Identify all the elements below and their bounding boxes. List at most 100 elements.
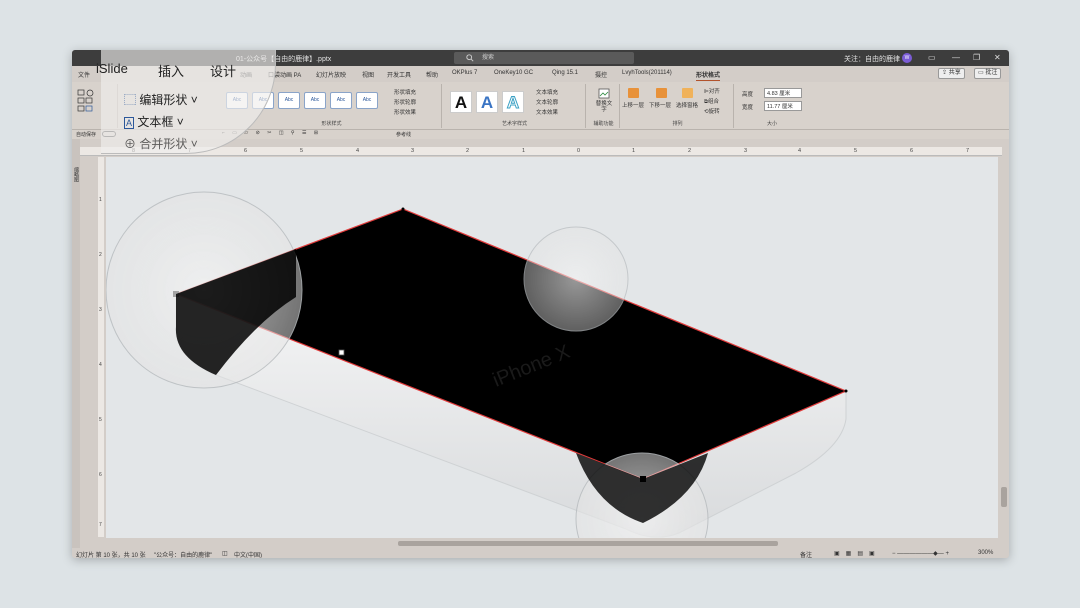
shape-styles-label: 形状样式	[321, 121, 342, 127]
tab-shekong[interactable]: 摄控	[595, 70, 607, 79]
tab-pocket-animation[interactable]: 口袋动画 PA	[268, 70, 301, 79]
shape-fill-button[interactable]: 形状填充	[394, 88, 416, 96]
shape-outline-button[interactable]: 形状轮廓	[394, 98, 416, 106]
ruler-mark: 3	[744, 148, 748, 154]
tab-file[interactable]: 文件	[78, 70, 90, 79]
text-fill-button[interactable]: 文本填充	[536, 88, 558, 96]
height-label: 高度	[742, 92, 754, 98]
wordart-style-black[interactable]: A	[450, 91, 472, 113]
tab-okplus[interactable]: OKPlus 7	[452, 70, 477, 76]
ribbon-tabs: 文件 动画 口袋动画 PA 幻灯片放映 视图 开发工具 帮助 OKPlus 7 …	[72, 66, 1009, 82]
reference-line-button[interactable]: 参考线	[396, 131, 411, 138]
rotate-button[interactable]: ⟲旋转	[704, 107, 720, 115]
horizontal-scrollbar[interactable]	[106, 538, 998, 548]
text-outline-button[interactable]: 文本轮廓	[536, 98, 558, 106]
send-backward-icon[interactable]	[656, 88, 667, 98]
phone-illustration: iPhone X	[106, 191, 848, 538]
vertex-point[interactable]	[844, 389, 848, 393]
search-box[interactable]: 搜索	[454, 52, 634, 64]
autosave-label: 自动保存	[76, 132, 97, 138]
group-button[interactable]: ⧉组合	[704, 97, 719, 106]
align-button[interactable]: ⊫对齐	[704, 87, 720, 95]
accessibility-group: 替换文字 辅助功能	[588, 84, 620, 128]
ruler-mark: 7	[188, 148, 192, 154]
tab-view[interactable]: 视图	[362, 70, 374, 79]
ruler-mark: 0	[577, 148, 581, 154]
align-label: 对齐	[708, 89, 720, 95]
tab-shape-format[interactable]: 形状格式	[696, 70, 721, 81]
tab-qing[interactable]: Qing 15.1	[552, 70, 578, 76]
vertical-scroll-thumb[interactable]	[1001, 487, 1007, 507]
vruler-mark: 1	[99, 197, 102, 203]
ribbon-display-icon[interactable]: ▭	[928, 53, 936, 62]
shape-style-5[interactable]: Abc	[330, 92, 352, 109]
comment-button[interactable]: ▭ 批注	[974, 68, 1002, 79]
selection-pane-icon[interactable]	[682, 88, 693, 98]
resize-handle[interactable]	[338, 349, 345, 356]
alt-text-button[interactable]: 替换文字	[594, 101, 614, 113]
send-backward-button[interactable]: 下移一层	[649, 101, 671, 109]
wordart-style-outline[interactable]: A	[502, 91, 524, 113]
tab-onekey[interactable]: OneKey10 GC	[494, 70, 533, 76]
shape-effect-button[interactable]: 形状效果	[394, 108, 416, 116]
ruler-mark: 5	[854, 148, 858, 154]
shape-style-3[interactable]: Abc	[278, 92, 300, 109]
share-button[interactable]: ⇪ 共享	[938, 68, 965, 79]
zoom-level[interactable]: 300%	[978, 550, 993, 556]
accessibility-label: 辅助功能	[593, 121, 614, 127]
thumbnail-pane-collapsed[interactable]: 缩略图	[72, 139, 80, 549]
shape-style-6[interactable]: Abc	[356, 92, 378, 109]
quick-access-toolbar: 自动保存 ⌐ ▭ ▱ ⊘ ✂ ◫ ⚲ ☰ ⊞ 参考线	[72, 130, 1009, 139]
shape-style-4[interactable]: Abc	[304, 92, 326, 109]
document-title: 01-公众号【自由的鹿律】.pptx	[236, 56, 332, 63]
spellcheck-icon[interactable]: ◫	[222, 550, 228, 557]
search-placeholder: 搜索	[482, 55, 495, 61]
alt-text-icon[interactable]	[598, 88, 610, 99]
language-text[interactable]: 中文(中国)	[234, 550, 262, 558]
minimize-icon[interactable]: —	[952, 53, 960, 62]
notes-button[interactable]: 备注	[800, 550, 812, 558]
arrange-group: 上移一层 下移一层 选择窗格 ⊫对齐 ⧉组合 ⟲旋转 排列	[622, 84, 734, 128]
zoom-slider[interactable]: − ——————◆— +	[892, 550, 949, 557]
avatar[interactable]: W	[902, 53, 912, 63]
shape-styles-group: Abc Abc Abc Abc Abc Abc 形状填充 形状轮廓 形状效果 形…	[222, 84, 442, 128]
slide-canvas[interactable]: iPhone X	[106, 157, 998, 538]
view-buttons[interactable]: ▣▦▤▣	[834, 550, 881, 557]
horizontal-scroll-thumb[interactable]	[398, 541, 778, 546]
ruler-mark: 1	[522, 148, 526, 154]
rotate-label: 旋转	[708, 109, 720, 115]
tab-animation[interactable]: 动画	[240, 70, 252, 79]
slide-info: 幻灯片 第 10 张，共 10 张	[76, 553, 146, 558]
qat-icons[interactable]: ⌐ ▭ ▱ ⊘ ✂ ◫ ⚲ ☰ ⊞	[222, 130, 321, 136]
powerpoint-window: 01-公众号【自由的鹿律】.pptx 搜索 关注：自由的鹿律 W ▭ — ❐ ✕…	[72, 50, 1009, 558]
tab-developer[interactable]: 开发工具	[387, 70, 411, 79]
wordart-style-blue[interactable]: A	[476, 91, 498, 113]
magnified-handle	[640, 476, 646, 482]
size-label: 大小	[766, 121, 777, 127]
bring-forward-button[interactable]: 上移一层	[622, 101, 644, 109]
maximize-icon[interactable]: ❐	[973, 53, 980, 62]
selection-pane-button[interactable]: 选择窗格	[676, 101, 698, 109]
bring-forward-icon[interactable]	[628, 88, 639, 98]
height-input[interactable]: 4.83 厘米	[764, 88, 802, 98]
width-input[interactable]: 11.77 厘米	[764, 101, 802, 111]
ruler-mark: 2	[688, 148, 692, 154]
tab-help[interactable]: 帮助	[426, 70, 438, 79]
close-icon[interactable]: ✕	[994, 53, 1001, 62]
tab-slideshow[interactable]: 幻灯片放映	[316, 70, 346, 79]
vruler-mark: 5	[99, 417, 102, 423]
vertical-scrollbar[interactable]	[1000, 157, 1008, 549]
comment-label: 批注	[985, 70, 998, 76]
shape-style-2[interactable]: Abc	[252, 92, 274, 109]
shape-style-1[interactable]: Abc	[226, 92, 248, 109]
vertex-point[interactable]	[401, 207, 405, 211]
autosave-toggle[interactable]	[102, 131, 116, 137]
width-label: 宽度	[742, 105, 754, 111]
tab-lvyhtools[interactable]: LvyhTools(201114)	[622, 70, 672, 76]
wordart-styles-group: A A A 文本填充 文本轮廓 文本效果 艺术字样式	[444, 84, 586, 128]
wordart-styles-label: 艺术字样式	[501, 121, 527, 127]
text-effect-button[interactable]: 文本效果	[536, 108, 558, 116]
group-label: 组合	[707, 99, 719, 105]
ruler-mark: 3	[411, 148, 415, 154]
shapes-gallery-icon[interactable]	[76, 88, 116, 118]
